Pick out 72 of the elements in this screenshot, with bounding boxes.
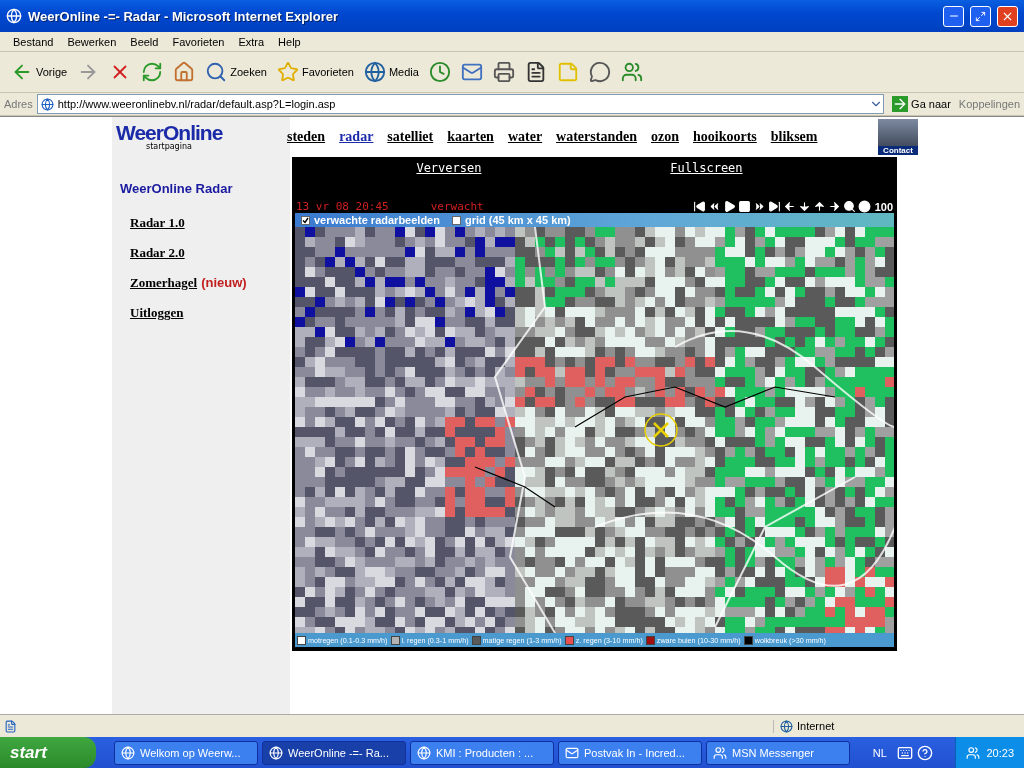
go-button[interactable]: Ga naar bbox=[888, 96, 955, 112]
contact-button[interactable]: Contact bbox=[878, 119, 918, 155]
toolbar-button[interactable]: Zoeken bbox=[202, 59, 270, 85]
keyboard-icon bbox=[896, 744, 913, 761]
mail-icon bbox=[565, 745, 579, 760]
address-field[interactable]: http://www.weeronlinebv.nl/radar/default.asp?L=login.asp bbox=[36, 94, 885, 114]
menu-item[interactable]: Extra bbox=[231, 35, 272, 48]
sidebar-link[interactable]: Radar 2.0 bbox=[130, 245, 185, 261]
menu-item[interactable]: Beeld bbox=[123, 35, 166, 48]
clock: 20:23 bbox=[986, 746, 1014, 759]
checkbox[interactable] bbox=[451, 215, 461, 225]
sidebar-link[interactable]: Uitloggen bbox=[130, 305, 184, 321]
language-indicator[interactable]: NL bbox=[872, 746, 887, 759]
toolbar-button[interactable]: Media bbox=[360, 59, 422, 85]
toolbar-button[interactable]: Vorige bbox=[8, 59, 71, 85]
nav-link[interactable]: satelliet bbox=[387, 129, 434, 145]
refresh-link[interactable]: Verversen bbox=[416, 161, 482, 175]
close-button[interactable] bbox=[997, 5, 1018, 27]
timestamp: 13 vr 08 20:45 bbox=[296, 200, 389, 213]
skip-forward-icon[interactable] bbox=[766, 200, 782, 213]
arrow-right-icon bbox=[892, 96, 909, 112]
zoom-level: 100 bbox=[874, 200, 893, 213]
nav-link[interactable]: steden bbox=[287, 129, 326, 145]
maximize-button[interactable] bbox=[970, 5, 991, 27]
sidebar-link[interactable]: Zomerhagel bbox=[130, 275, 198, 291]
option-label: grid (45 km x 45 km) bbox=[464, 214, 571, 226]
skip-back-icon[interactable] bbox=[691, 200, 707, 213]
toolbar-button[interactable]: Favorieten bbox=[273, 59, 357, 85]
fullscreen-link[interactable]: Fullscreen bbox=[670, 161, 743, 175]
menu-item[interactable]: Bestand bbox=[6, 35, 61, 48]
site-logo[interactable]: WeerOnline startpagina bbox=[116, 121, 240, 151]
checkbox[interactable] bbox=[301, 215, 310, 225]
window-title: WeerOnline -=- Radar - Microsoft Internet Explorer bbox=[28, 8, 339, 24]
maximize-icon bbox=[975, 10, 986, 22]
start-button[interactable]: start bbox=[0, 737, 96, 768]
nav-link[interactable]: waterstanden bbox=[556, 129, 637, 145]
globe-icon bbox=[121, 745, 135, 760]
taskbar-button[interactable]: MSN Messenger bbox=[706, 740, 850, 765]
zoom-in-icon[interactable] bbox=[841, 200, 857, 213]
nav-link[interactable]: ozon bbox=[651, 129, 679, 145]
people-icon bbox=[713, 745, 727, 760]
nav-link[interactable]: kaarten bbox=[447, 129, 494, 145]
globe-icon bbox=[269, 745, 283, 760]
new-label: (nieuw) bbox=[201, 275, 247, 291]
links-label[interactable]: Koppelingen bbox=[958, 98, 1020, 110]
globe-icon bbox=[363, 61, 386, 83]
mode-label: verwacht bbox=[430, 200, 484, 213]
minimize-button[interactable] bbox=[943, 5, 964, 27]
help-icon bbox=[916, 744, 933, 761]
address-label: Adres bbox=[4, 98, 33, 110]
nav-link[interactable]: hooikoorts bbox=[693, 129, 757, 145]
menu-item[interactable]: Favorieten bbox=[165, 35, 232, 48]
globe-icon bbox=[417, 745, 431, 760]
taskbar-button[interactable]: Welkom op Weerw... bbox=[114, 740, 258, 765]
taskbar-button[interactable]: Postvak In - Incred... bbox=[558, 740, 702, 765]
option-label: verwachte radarbeelden bbox=[314, 214, 440, 226]
people-icon bbox=[966, 745, 981, 760]
nav-link[interactable]: water bbox=[507, 129, 543, 145]
stop-icon[interactable] bbox=[736, 200, 752, 213]
menu-item[interactable]: Bewerken bbox=[60, 35, 124, 48]
taskbar-button[interactable]: WeerOnline -=- Ra... bbox=[262, 740, 406, 765]
star-icon bbox=[276, 61, 299, 83]
search-icon bbox=[205, 61, 228, 83]
sidebar-link[interactable]: Radar 1.0 bbox=[130, 215, 185, 231]
menu-item[interactable]: Help bbox=[271, 35, 308, 48]
taskbar-button[interactable]: KMI : Producten : ... bbox=[410, 740, 554, 765]
nav-link[interactable]: radar bbox=[339, 129, 374, 145]
sidebar-title: WeerOnline Radar bbox=[120, 181, 234, 196]
zone-label: Internet bbox=[797, 720, 835, 732]
globe-icon bbox=[780, 719, 793, 733]
nav-link[interactable]: bliksem bbox=[770, 129, 818, 145]
browser-icon bbox=[6, 8, 22, 24]
